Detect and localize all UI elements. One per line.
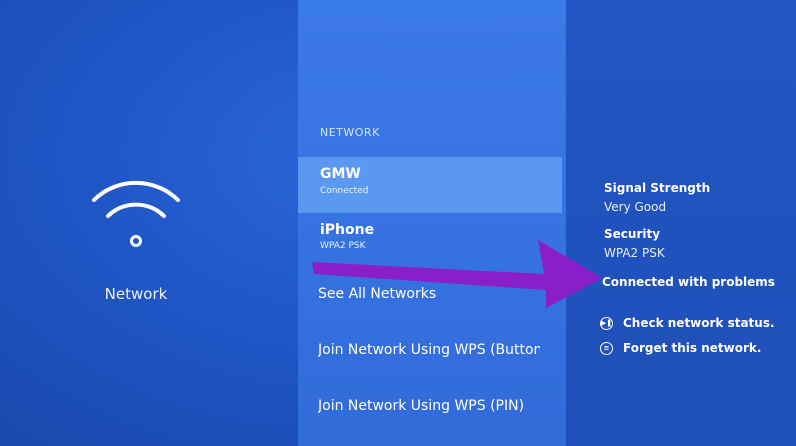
join-wps-button-option[interactable]: Join Network Using WPS (Button) bbox=[318, 342, 540, 358]
join-wps-pin-option[interactable]: Join Network Using WPS (PIN) bbox=[318, 398, 540, 414]
fire-tv-network-settings: Network NETWORK GMW Connected iPhone WPA… bbox=[0, 0, 796, 446]
network-list-panel: NETWORK GMW Connected iPhone WPA2 PSK Se… bbox=[298, 0, 566, 446]
forget-network-action[interactable]: ≡ Forget this network. bbox=[600, 339, 761, 357]
network-name: iPhone bbox=[320, 222, 375, 238]
category-title: Network bbox=[104, 285, 168, 303]
annotation-arrow-icon bbox=[312, 240, 602, 308]
security-value: WPA2 PSK bbox=[604, 246, 665, 260]
security-label: Security bbox=[604, 227, 661, 241]
category-panel: Network bbox=[0, 0, 298, 446]
network-status: Connected bbox=[320, 186, 369, 196]
action-label: Check network status. bbox=[623, 316, 775, 330]
network-name: GMW bbox=[320, 166, 361, 182]
signal-strength-label: Signal Strength bbox=[604, 181, 711, 195]
section-header: NETWORK bbox=[320, 126, 380, 139]
check-network-status-action[interactable]: ▶❚ Check network status. bbox=[600, 314, 775, 332]
network-details-panel: Signal Strength Very Good Security WPA2 … bbox=[566, 0, 796, 446]
network-item-gmw[interactable]: GMW Connected bbox=[298, 157, 562, 213]
connection-status: Connected with problems bbox=[602, 275, 775, 289]
action-label: Forget this network. bbox=[623, 341, 762, 355]
wifi-icon bbox=[92, 180, 180, 247]
menu-icon: ≡ bbox=[600, 341, 613, 355]
play-pause-icon: ▶❚ bbox=[600, 316, 613, 330]
signal-strength-value: Very Good bbox=[604, 200, 667, 214]
